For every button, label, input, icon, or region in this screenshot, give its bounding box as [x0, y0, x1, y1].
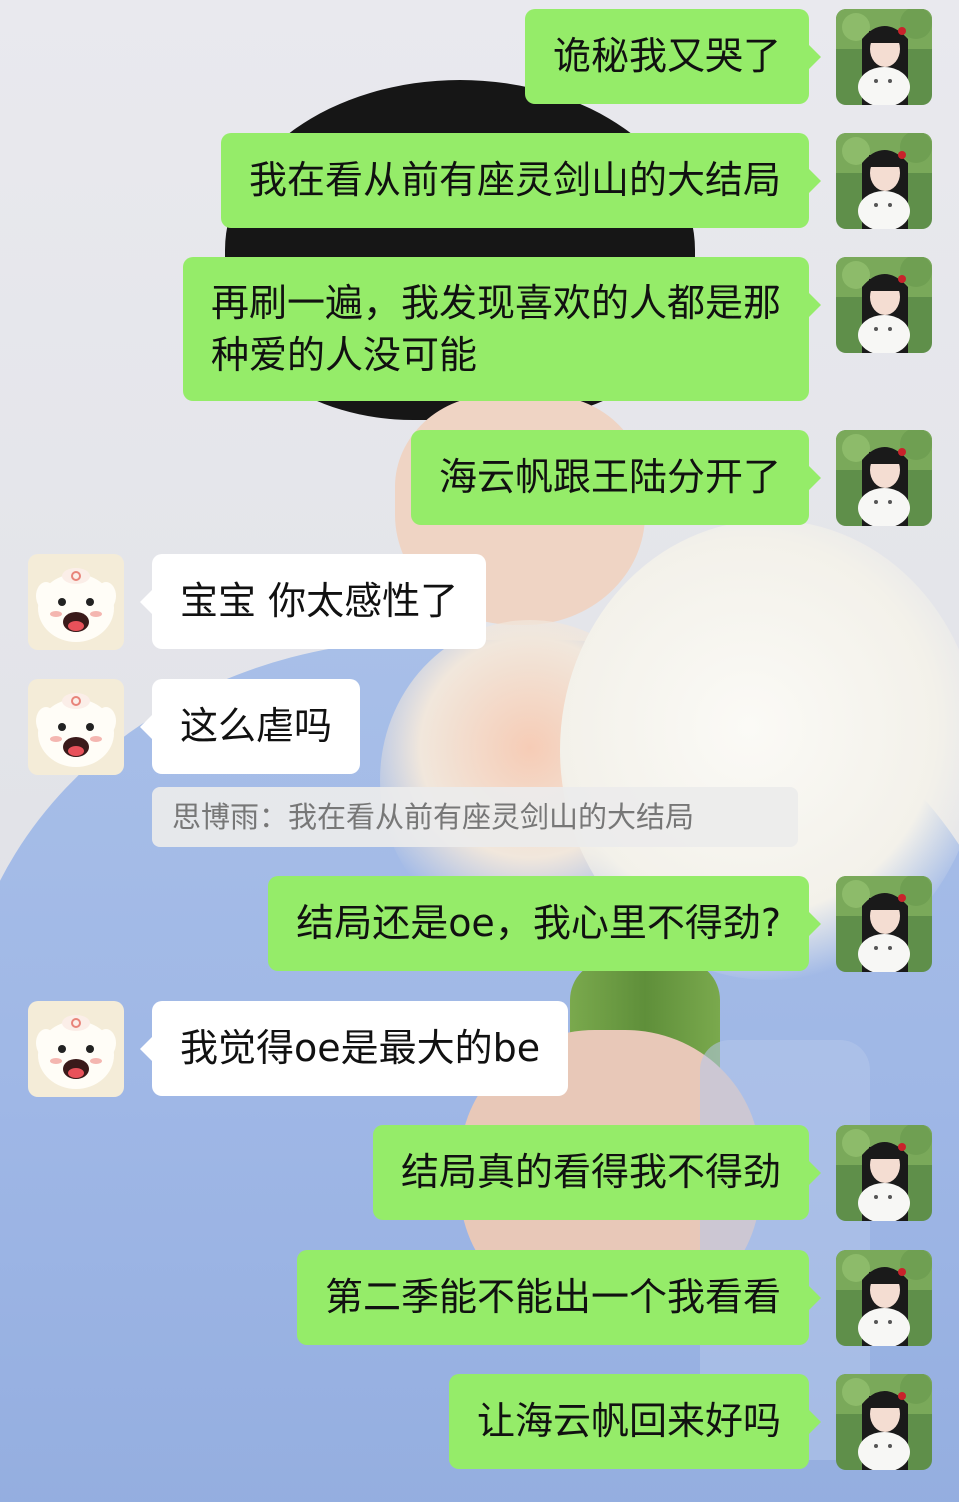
message-text: 结局还是oe，我心里不得劲?	[296, 901, 781, 945]
message-bubble-sent[interactable]: 结局真的看得我不得劲	[372, 1125, 822, 1220]
message-text: 第二季能不能出一个我看看	[324, 1275, 781, 1319]
message-text: 结局真的看得我不得劲	[400, 1150, 781, 1194]
message-bubble-sent[interactable]: 海云帆跟王陆分开了	[410, 430, 822, 525]
message-text: 让海云帆回来好吗	[476, 1399, 781, 1443]
message-bubble-received[interactable]: 这么虐吗	[139, 679, 361, 774]
message-text: 这么虐吗	[180, 704, 333, 748]
my-avatar-icon[interactable]	[836, 430, 932, 526]
my-avatar-icon[interactable]	[836, 876, 932, 972]
message-bubble-sent[interactable]: 再刷一遍，我发现喜欢的人都是那 种爱的人没可能	[182, 257, 822, 401]
message-text-line-1: 再刷一遍，我发现喜欢的人都是那	[210, 281, 781, 325]
contact-avatar-icon[interactable]	[28, 1001, 124, 1097]
message-bubble-sent[interactable]: 第二季能不能出一个我看看	[296, 1250, 822, 1345]
message-bubble-sent[interactable]: 结局还是oe，我心里不得劲?	[268, 876, 821, 971]
quoted-message[interactable]: 思博雨：我在看从前有座灵剑山的大结局	[152, 787, 798, 847]
message-text-line-2: 种爱的人没可能	[210, 333, 477, 377]
contact-avatar-icon[interactable]	[28, 554, 124, 650]
message-bubble-sent[interactable]: 诡秘我又哭了	[524, 9, 822, 104]
message-bubble-sent[interactable]: 我在看从前有座灵剑山的大结局	[220, 133, 822, 228]
my-avatar-icon[interactable]	[836, 1374, 932, 1470]
contact-avatar-icon[interactable]	[28, 679, 124, 775]
my-avatar-icon[interactable]	[836, 1125, 932, 1221]
quoted-message-text: 思博雨：我在看从前有座灵剑山的大结局	[172, 800, 695, 834]
my-avatar-icon[interactable]	[836, 1250, 932, 1346]
message-text: 我觉得oe是最大的be	[180, 1026, 541, 1070]
my-avatar-icon[interactable]	[836, 257, 932, 353]
my-avatar-icon[interactable]	[836, 9, 932, 105]
my-avatar-icon[interactable]	[836, 133, 932, 229]
message-text: 诡秘我又哭了	[552, 34, 781, 78]
message-text: 宝宝 你太感性了	[180, 579, 459, 623]
message-text: 海云帆跟王陆分开了	[438, 455, 781, 499]
message-text: 我在看从前有座灵剑山的大结局	[248, 158, 781, 202]
message-bubble-received[interactable]: 我觉得oe是最大的be	[139, 1001, 569, 1096]
message-bubble-sent[interactable]: 让海云帆回来好吗	[448, 1374, 822, 1469]
message-bubble-received[interactable]: 宝宝 你太感性了	[139, 554, 487, 649]
